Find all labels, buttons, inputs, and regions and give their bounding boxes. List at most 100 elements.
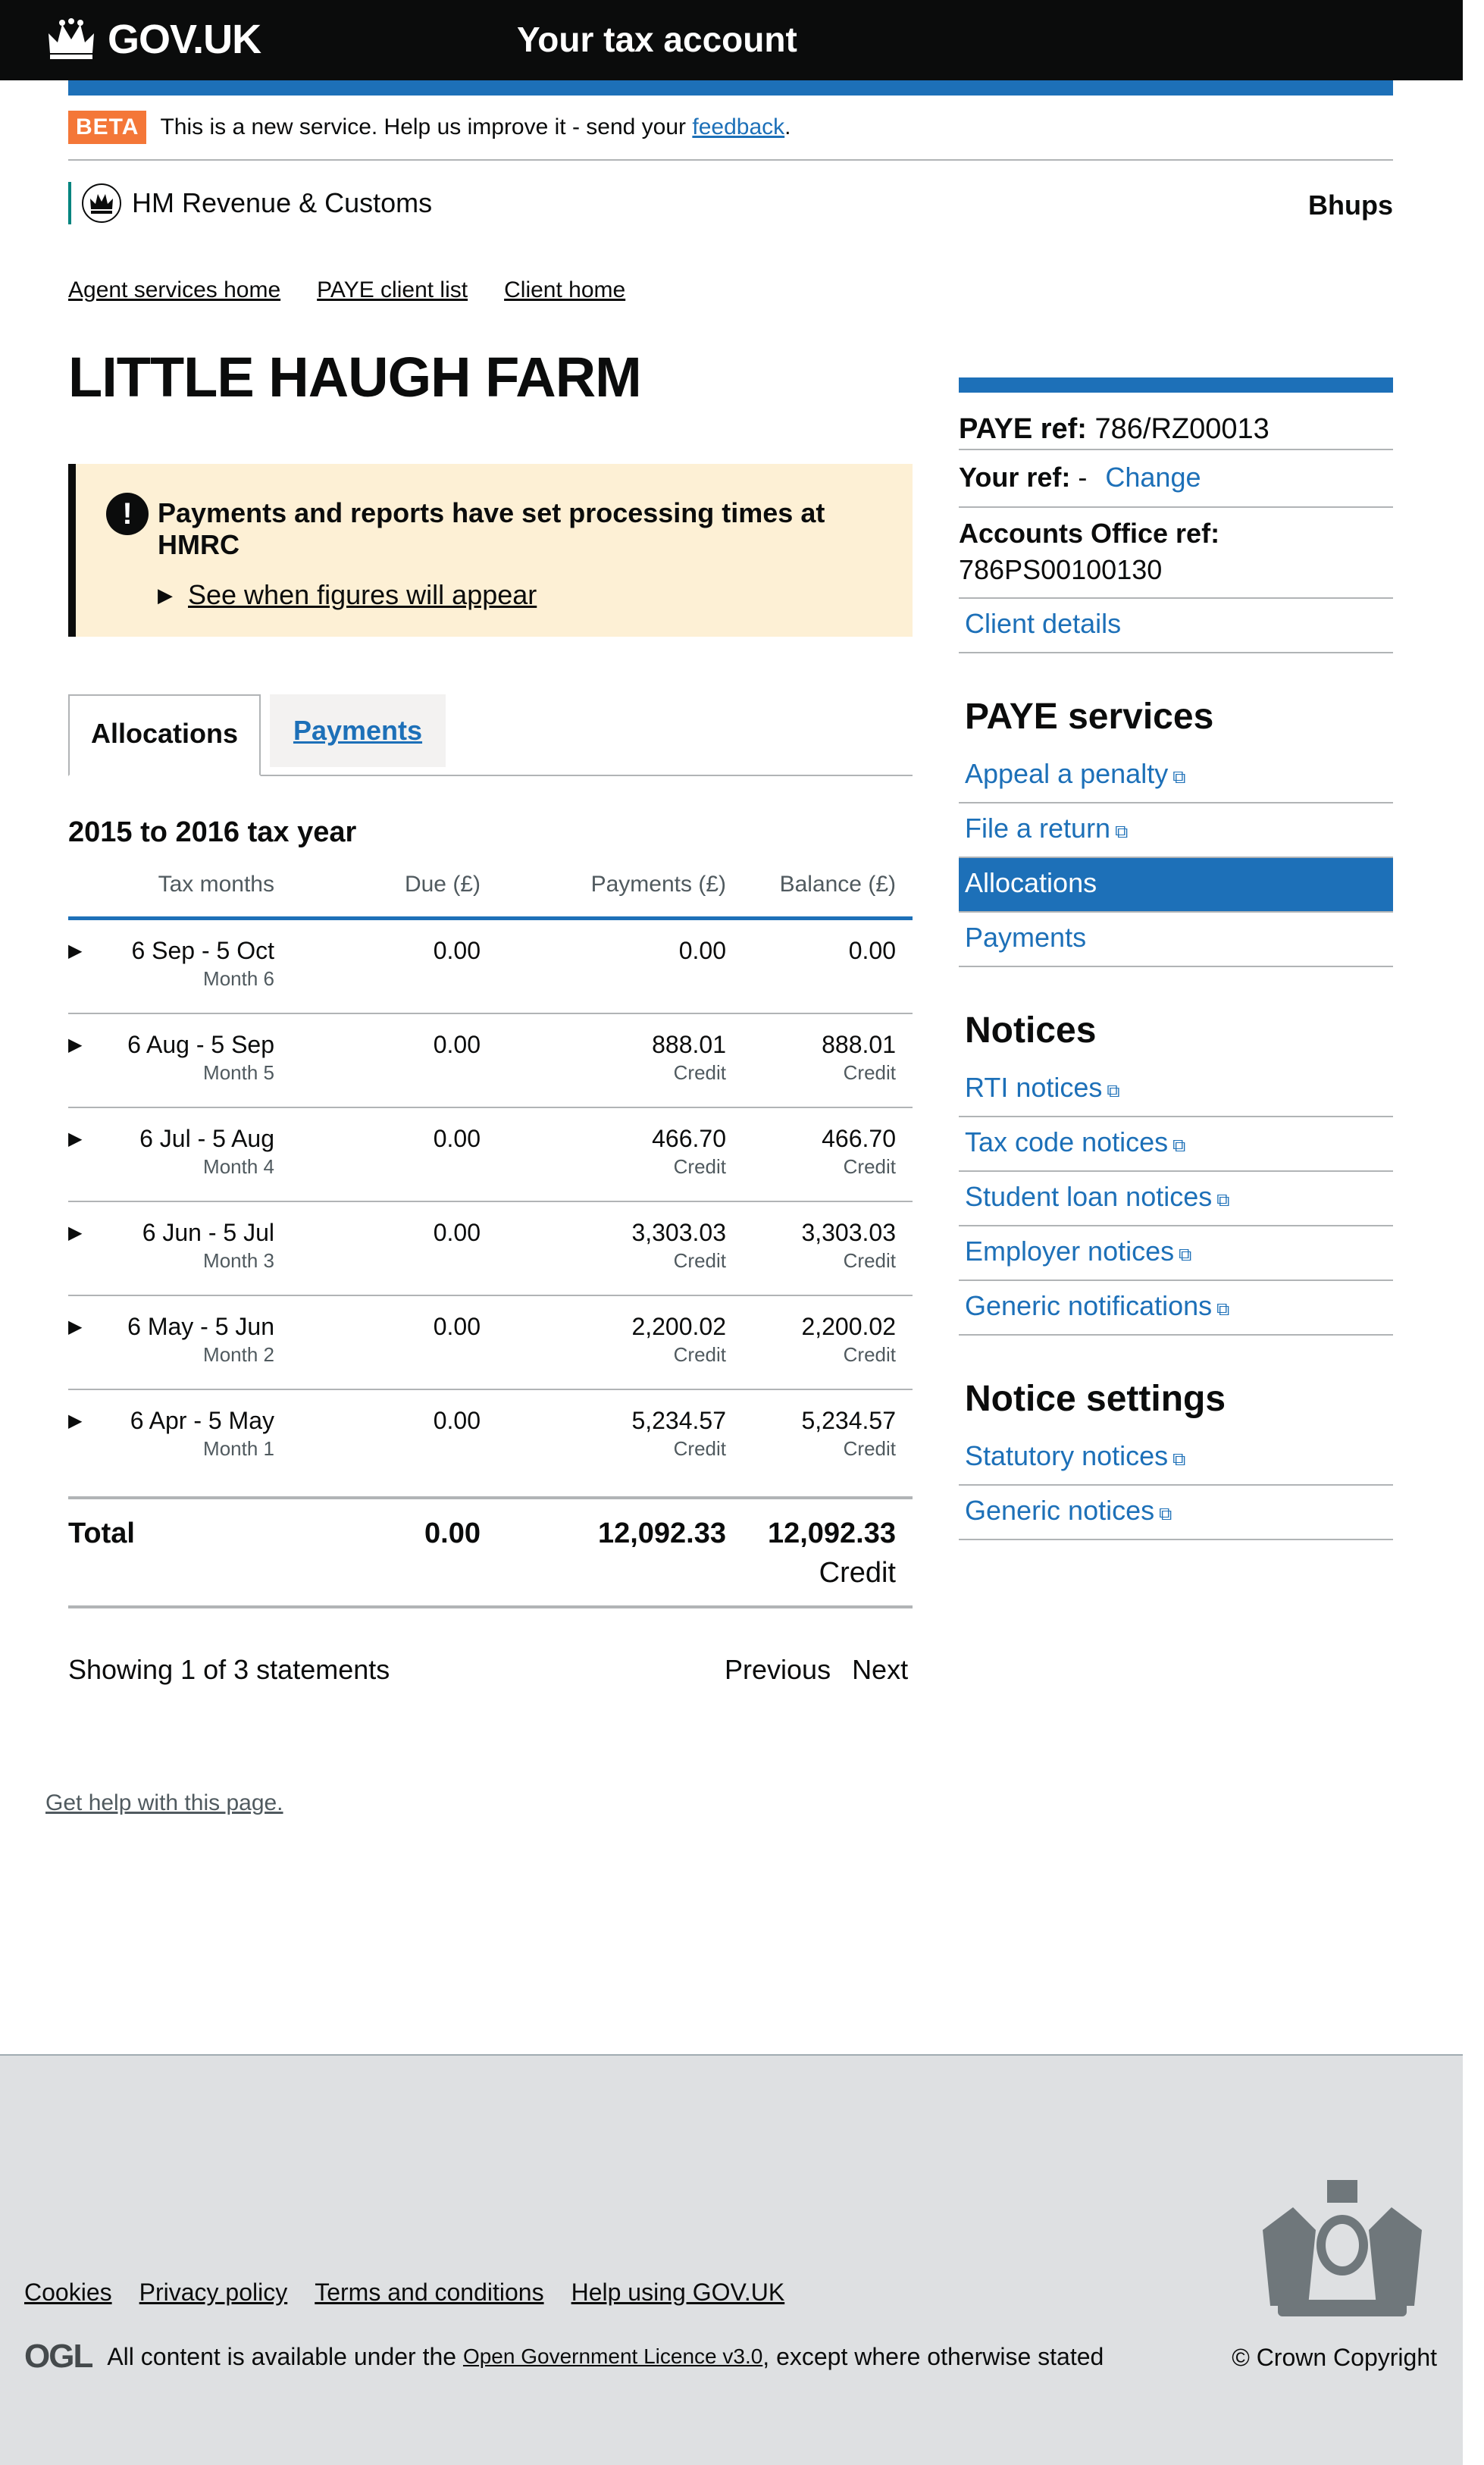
column-due: Due (£) — [404, 872, 481, 897]
row-payments-note: Credit — [673, 1343, 726, 1366]
table-row[interactable]: ▶ 6 Apr - 5 May Month 1 0.00 5,234.57 Cr… — [68, 1390, 913, 1484]
tax-year-heading: 2015 to 2016 tax year — [68, 816, 357, 848]
row-balance-note: Credit — [843, 1155, 896, 1178]
tab-allocations[interactable]: Allocations — [68, 694, 261, 776]
see-figures-link[interactable]: See when figures will appear — [188, 579, 537, 611]
paye-services-heading: PAYE services — [965, 697, 1214, 737]
previous-button[interactable]: Previous — [725, 1654, 831, 1685]
licence-statement: OGL All content is available under the O… — [24, 2338, 1104, 2376]
govuk-logo-text: GOV.UK — [108, 17, 261, 62]
row-period: 6 Sep - 5 Oct — [131, 937, 274, 964]
sidebar-item-employer-notices[interactable]: Employer notices ⧉ — [959, 1226, 1393, 1281]
external-link-icon: ⧉ — [1172, 1135, 1186, 1156]
row-month: Month 1 — [203, 1437, 274, 1460]
sidebar-item-student-loan-notices[interactable]: Student loan notices ⧉ — [959, 1172, 1393, 1226]
sidebar-item-payments[interactable]: Payments — [959, 913, 1393, 967]
client-details-link[interactable]: Client details — [959, 599, 1393, 652]
user-name: Bhups — [1308, 189, 1393, 221]
footer-link-cookies[interactable]: Cookies — [24, 2279, 112, 2307]
row-period: 6 Jun - 5 Jul — [142, 1219, 274, 1246]
beta-tag: BETA — [68, 111, 147, 144]
footer-links: Cookies Privacy policy Terms and conditi… — [24, 2279, 812, 2307]
row-balance-note: Credit — [843, 1343, 896, 1366]
crown-copyright[interactable]: © Crown Copyright — [1232, 2344, 1437, 2372]
breadcrumb-agent-services-home[interactable]: Agent services home — [68, 277, 280, 303]
phase-banner: BETA This is a new service. Help us impr… — [68, 111, 1393, 161]
sidebar-item-statutory-notices[interactable]: Statutory notices ⧉ — [959, 1431, 1393, 1486]
paye-ref: PAYE ref: 786/RZ00013 — [959, 393, 1393, 450]
accounts-office-label: Accounts Office ref: — [959, 518, 1220, 549]
site-header: GOV.UK Your tax account — [0, 0, 1463, 80]
paye-ref-value: 786/RZ00013 — [1094, 413, 1270, 445]
external-link-icon: ⧉ — [1172, 1449, 1186, 1470]
figures-details-toggle[interactable]: ▶ See when figures will appear — [158, 579, 537, 611]
feedback-link[interactable]: feedback — [692, 114, 784, 139]
row-due: 0.00 — [433, 1313, 481, 1340]
generic-notices-label: Generic notices — [965, 1495, 1155, 1526]
tabs: Allocations Payments — [68, 694, 913, 776]
generic-notifications-label: Generic notifications — [965, 1290, 1213, 1321]
rti-notices-label: RTI notices — [965, 1072, 1103, 1103]
processing-warning: ! Payments and reports have set processi… — [68, 464, 913, 637]
footer-link-terms[interactable]: Terms and conditions — [315, 2279, 543, 2307]
file-return-label: File a return — [965, 813, 1111, 844]
sidebar-item-tax-code-notices[interactable]: Tax code notices ⧉ — [959, 1117, 1393, 1172]
tab-payments[interactable]: Payments — [270, 694, 446, 767]
your-ref: Your ref: - Change — [959, 450, 1393, 508]
row-month: Month 2 — [203, 1343, 274, 1366]
header-accent-bar — [68, 80, 1393, 96]
row-balance: 888.01 — [822, 1031, 896, 1058]
next-button[interactable]: Next — [852, 1654, 908, 1685]
table-row[interactable]: ▶ 6 May - 5 Jun Month 2 0.00 2,200.02 Cr… — [68, 1296, 913, 1390]
column-payments: Payments (£) — [590, 872, 726, 897]
footer-link-privacy[interactable]: Privacy policy — [139, 2279, 288, 2307]
total-row: Total 0.00 12,092.33 12,092.33 Credit — [68, 1496, 913, 1608]
sidebar-item-rti-notices[interactable]: RTI notices ⧉ — [959, 1063, 1393, 1117]
breadcrumb-client-home[interactable]: Client home — [504, 277, 625, 303]
change-ref-link[interactable]: Change — [1105, 462, 1201, 493]
pagination: Previous Next — [725, 1654, 929, 1686]
tax-code-notices-label: Tax code notices — [965, 1126, 1169, 1157]
licence-text-pre: All content is available under the — [107, 2342, 457, 2370]
statutory-notices-label: Statutory notices — [965, 1440, 1169, 1471]
client-sidebar: PAYE ref: 786/RZ00013 Your ref: - Change… — [959, 377, 1393, 1540]
row-payments: 3,303.03 — [631, 1219, 726, 1246]
your-ref-label: Your ref: — [959, 462, 1071, 493]
accounts-office-value: 786PS00100130 — [959, 554, 1163, 585]
total-balance-note: Credit — [819, 1557, 896, 1589]
row-balance: 5,234.57 — [801, 1407, 896, 1434]
govuk-logo[interactable]: GOV.UK — [45, 14, 261, 65]
table-row[interactable]: ▶ 6 Jul - 5 Aug Month 4 0.00 466.70 Cred… — [68, 1108, 913, 1202]
table-row[interactable]: ▶ 6 Aug - 5 Sep Month 5 0.00 888.01 Cred… — [68, 1014, 913, 1108]
sidebar-item-generic-notifications[interactable]: Generic notifications ⧉ — [959, 1281, 1393, 1336]
licence-link[interactable]: Open Government Licence v3.0 — [463, 2344, 762, 2369]
row-payments: 5,234.57 — [631, 1407, 726, 1434]
row-payments: 2,200.02 — [631, 1313, 726, 1340]
column-tax-months: Tax months — [158, 872, 274, 897]
paye-ref-label: PAYE ref: — [959, 413, 1087, 445]
help-link[interactable]: Get help with this page. — [45, 1790, 283, 1816]
student-loan-notices-label: Student loan notices — [965, 1181, 1213, 1212]
row-balance-note: Credit — [843, 1061, 896, 1084]
footer-link-help[interactable]: Help using GOV.UK — [571, 2279, 785, 2307]
row-balance: 466.70 — [822, 1125, 896, 1152]
total-due: 0.00 — [424, 1518, 481, 1549]
external-link-icon: ⧉ — [1172, 767, 1186, 788]
external-link-icon: ⧉ — [1179, 1245, 1192, 1265]
triangle-right-icon: ▶ — [158, 583, 173, 606]
row-payments-note: Credit — [673, 1249, 726, 1272]
sidebar-item-generic-notices[interactable]: Generic notices ⧉ — [959, 1486, 1393, 1540]
exclamation-icon: ! — [106, 493, 149, 535]
table-row[interactable]: ▶ 6 Jun - 5 Jul Month 3 0.00 3,303.03 Cr… — [68, 1202, 913, 1296]
table-row[interactable]: ▶ 6 Sep - 5 Oct Month 6 0.00 0.00 0.00 — [68, 920, 913, 1014]
service-name[interactable]: Your tax account — [517, 17, 797, 62]
sidebar-item-appeal-penalty[interactable]: Appeal a penalty ⧉ — [959, 749, 1393, 803]
beta-text: This is a new service. Help us improve i… — [160, 111, 791, 144]
licence-text-post: , except where otherwise stated — [762, 2342, 1104, 2370]
sidebar-item-file-return[interactable]: File a return ⧉ — [959, 803, 1393, 858]
appeal-penalty-label: Appeal a penalty — [965, 758, 1169, 789]
row-payments: 466.70 — [652, 1125, 726, 1152]
sidebar-item-allocations[interactable]: Allocations — [959, 858, 1393, 913]
external-link-icon: ⧉ — [1159, 1504, 1172, 1524]
breadcrumb-paye-client-list[interactable]: PAYE client list — [317, 277, 468, 303]
